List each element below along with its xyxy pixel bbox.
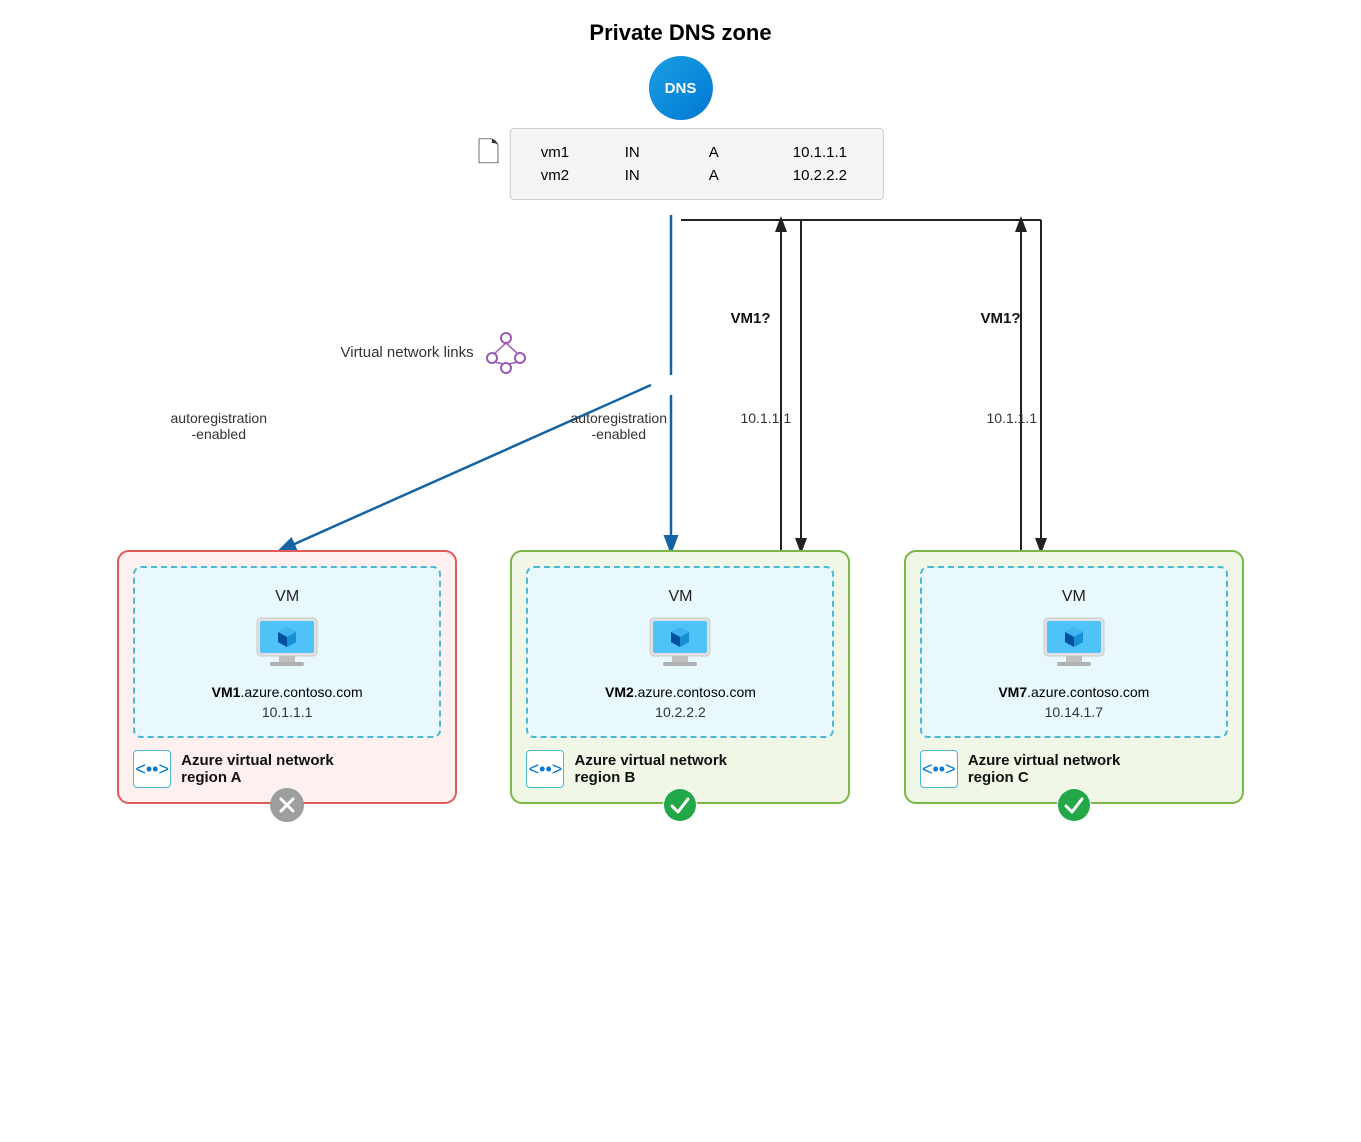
region-c-vm-ip: 10.14.1.7 bbox=[1045, 704, 1103, 720]
region-b-outer: VM VM2.azure.contoso.com 10.2.2.2 bbox=[510, 550, 850, 804]
ip-return-c: 10.1.1.1 bbox=[987, 410, 1038, 426]
dns-zone-title: Private DNS zone bbox=[589, 20, 771, 46]
region-a-outer: VM VM1.azure.contoso.com 10.1.1.1 bbox=[117, 550, 457, 804]
region-b-inner: VM VM2.azure.contoso.com 10.2.2.2 bbox=[526, 566, 834, 738]
dns-record-row-1: vm2 IN A 10.2.2.2 bbox=[541, 164, 853, 187]
region-c-outer: VM VM7.azure.contoso.com 10.14.1.7 bbox=[904, 550, 1244, 804]
region-b-vm-icon bbox=[645, 616, 715, 672]
record-class-1: IN bbox=[625, 167, 685, 184]
dns-record-row-0: vm1 IN A 10.1.1.1 bbox=[541, 141, 853, 164]
diagram-container: Private DNS zone DNS azure.contoso.com 🗋… bbox=[81, 20, 1281, 1120]
autoreg-label-0: autoregistration-enabled bbox=[171, 410, 268, 442]
region-c-name: Azure virtual networkregion C bbox=[968, 752, 1121, 786]
region-a-vm-name: VM1.azure.contoso.com bbox=[212, 684, 363, 700]
region-a-icon: <••> bbox=[133, 750, 171, 788]
region-b-vm-label: VM bbox=[668, 588, 692, 606]
autoreg-label-1: autoregistration-enabled bbox=[571, 410, 668, 442]
document-icon: 🗋 bbox=[477, 132, 500, 180]
vnet-link-icon bbox=[484, 330, 528, 374]
vnet-regions: VM VM1.azure.contoso.com 10.1.1.1 bbox=[81, 550, 1281, 804]
vm1-query-label-b: VM1? bbox=[731, 310, 771, 327]
dns-records-table: vm1 IN A 10.1.1.1 vm2 IN A 10.2.2.2 bbox=[510, 128, 884, 200]
region-b-name: Azure virtual networkregion B bbox=[574, 752, 727, 786]
region-a-vm-ip: 10.1.1.1 bbox=[262, 704, 313, 720]
region-b-footer: <••> Azure virtual networkregion B bbox=[526, 750, 834, 788]
ip-return-b: 10.1.1.1 bbox=[741, 410, 792, 426]
region-c-icon: <••> bbox=[920, 750, 958, 788]
region-b-icon: <••> bbox=[526, 750, 564, 788]
record-type-0: A bbox=[709, 144, 769, 161]
region-a-vm-icon bbox=[252, 616, 322, 672]
dns-icon-label: DNS bbox=[665, 80, 697, 97]
region-a-vm-label: VM bbox=[275, 588, 299, 606]
record-name-1: vm2 bbox=[541, 167, 601, 184]
region-b-status-badge bbox=[663, 788, 697, 822]
record-name-0: vm1 bbox=[541, 144, 601, 161]
region-c-status-badge bbox=[1057, 788, 1091, 822]
record-class-0: IN bbox=[625, 144, 685, 161]
record-ip-0: 10.1.1.1 bbox=[793, 144, 853, 161]
region-c-inner: VM VM7.azure.contoso.com 10.14.1.7 bbox=[920, 566, 1228, 738]
region-c-vm-label: VM bbox=[1062, 588, 1086, 606]
dns-records-box: 🗋 vm1 IN A 10.1.1.1 vm2 IN A 10.2.2.2 bbox=[477, 128, 884, 200]
vm1-query-label-c: VM1? bbox=[981, 310, 1021, 327]
region-a-footer: <••> Azure virtual networkregion A bbox=[133, 750, 441, 788]
region-b-vm-name: VM2.azure.contoso.com bbox=[605, 684, 756, 700]
region-a-status-badge bbox=[270, 788, 304, 822]
region-c-footer: <••> Azure virtual networkregion C bbox=[920, 750, 1228, 788]
region-a-inner: VM VM1.azure.contoso.com 10.1.1.1 bbox=[133, 566, 441, 738]
region-b-vm-ip: 10.2.2.2 bbox=[655, 704, 706, 720]
record-type-1: A bbox=[709, 167, 769, 184]
vnet-links-section: Virtual network links bbox=[341, 330, 528, 374]
vnet-links-label: Virtual network links bbox=[341, 344, 474, 361]
region-c-vm-icon bbox=[1039, 616, 1109, 672]
region-a-name: Azure virtual networkregion A bbox=[181, 752, 334, 786]
region-c-vm-name: VM7.azure.contoso.com bbox=[998, 684, 1149, 700]
record-ip-1: 10.2.2.2 bbox=[793, 167, 853, 184]
dns-icon: DNS bbox=[648, 56, 712, 120]
